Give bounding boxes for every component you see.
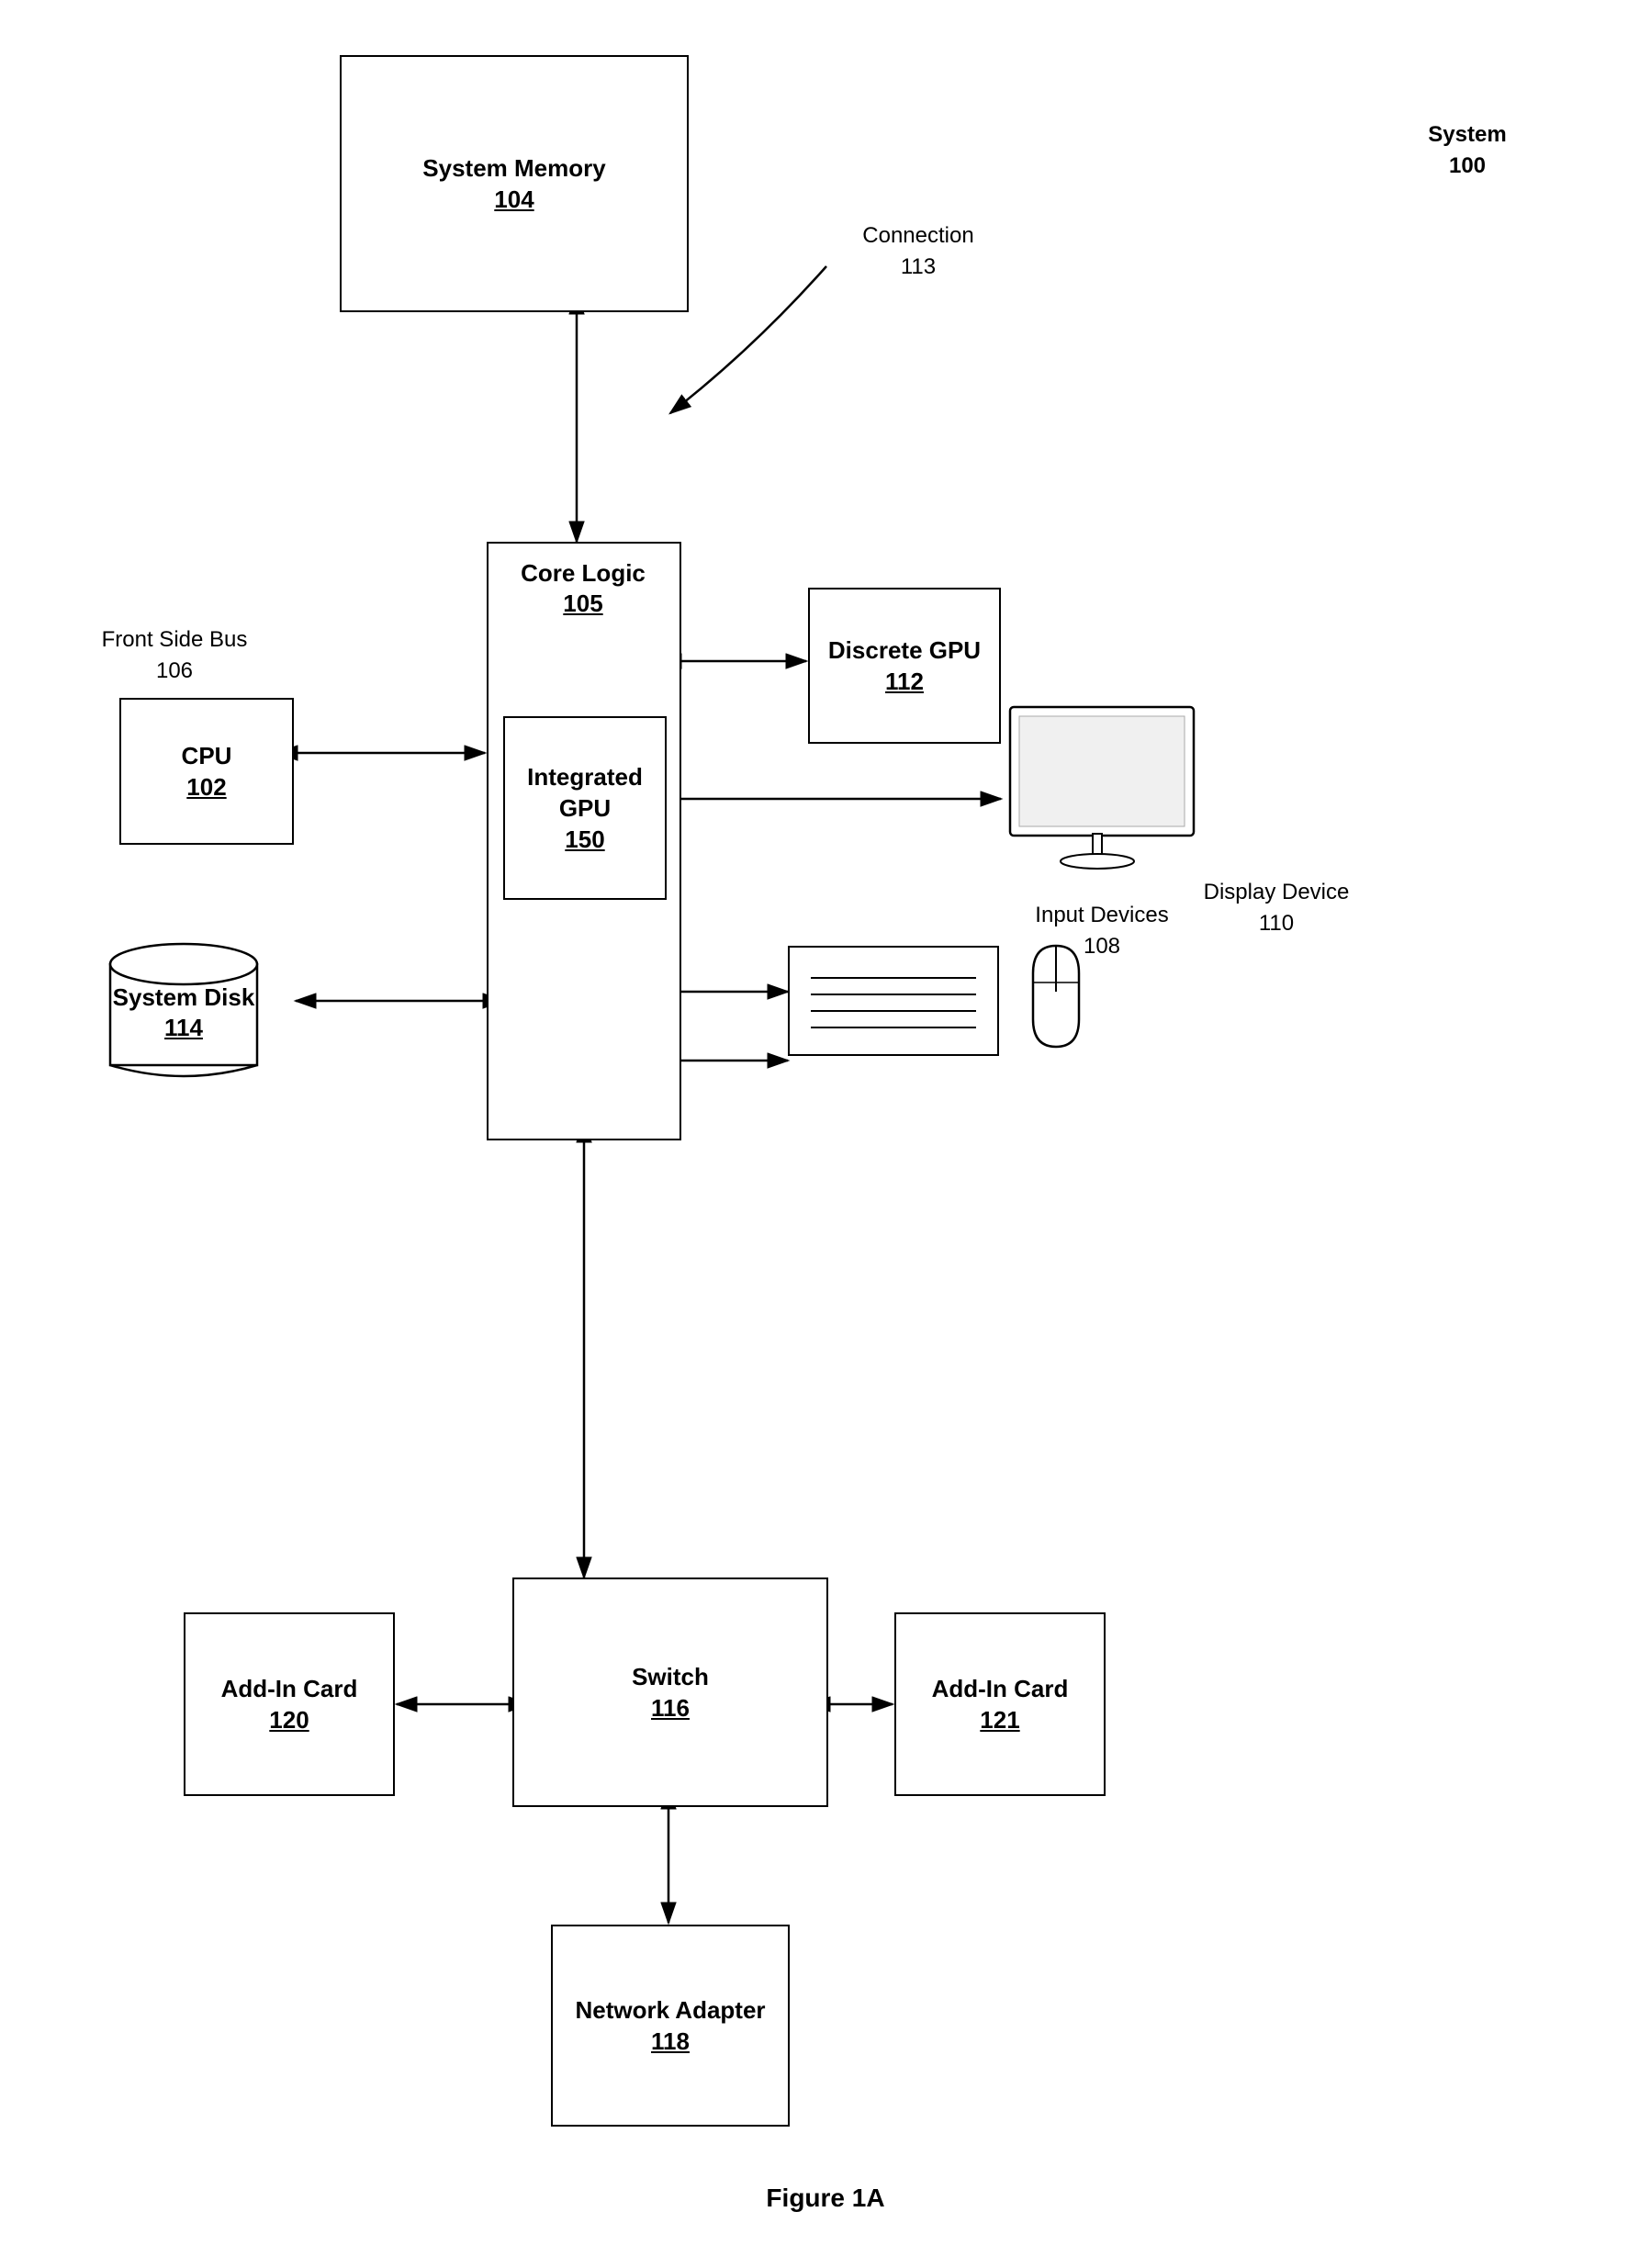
connection-label: Connection 113: [826, 220, 1010, 282]
discrete-gpu-number: 112: [885, 668, 924, 696]
system-memory-label: System Memory: [422, 153, 605, 185]
figure-caption: Figure 1A: [766, 2184, 884, 2213]
add-in-card-120-label: Add-In Card: [221, 1674, 358, 1705]
cpu-label: CPU: [182, 741, 232, 772]
input-devices-label: Input Devices 108: [1010, 900, 1194, 961]
network-adapter-box: Network Adapter 118: [551, 1925, 790, 2127]
add-in-card-120-box: Add-In Card 120: [184, 1612, 395, 1796]
system-label: System 100: [1394, 119, 1541, 181]
add-in-card-121-label: Add-In Card: [932, 1674, 1069, 1705]
display-device: Display Device 110: [1001, 698, 1212, 918]
switch-box: Switch 116: [512, 1577, 828, 1807]
cpu-box: CPU 102: [119, 698, 294, 845]
system-memory-box: System Memory 104: [340, 55, 689, 312]
system-memory-number: 104: [494, 185, 533, 214]
system-disk-text: System Disk 114: [92, 982, 275, 1042]
display-device-label: Display Device 110: [1203, 877, 1350, 938]
cpu-number: 102: [186, 773, 226, 802]
diagram: System Memory 104 System 100 Connection …: [0, 0, 1651, 2268]
integrated-gpu-number: 150: [565, 825, 604, 854]
add-in-card-121-number: 121: [980, 1706, 1019, 1735]
arrows-svg: [0, 0, 1651, 2268]
front-side-bus-label: Front Side Bus 106: [101, 624, 248, 686]
discrete-gpu-label: Discrete GPU: [828, 635, 981, 667]
switch-number: 116: [651, 1694, 690, 1723]
integrated-gpu-box: Integrated GPU 150: [503, 716, 667, 900]
network-adapter-label: Network Adapter: [575, 1995, 765, 2027]
add-in-card-121-box: Add-In Card 121: [894, 1612, 1106, 1796]
switch-label: Switch: [632, 1662, 709, 1693]
add-in-card-120-number: 120: [269, 1706, 309, 1735]
discrete-gpu-box: Discrete GPU 112: [808, 588, 1001, 744]
system-disk: System Disk 114: [92, 918, 275, 1102]
integrated-gpu-label: Integrated GPU: [505, 762, 665, 825]
keyboard-icon: [788, 946, 999, 1056]
core-logic-title: Core Logic 105: [491, 558, 675, 618]
network-adapter-number: 118: [651, 2027, 690, 2056]
